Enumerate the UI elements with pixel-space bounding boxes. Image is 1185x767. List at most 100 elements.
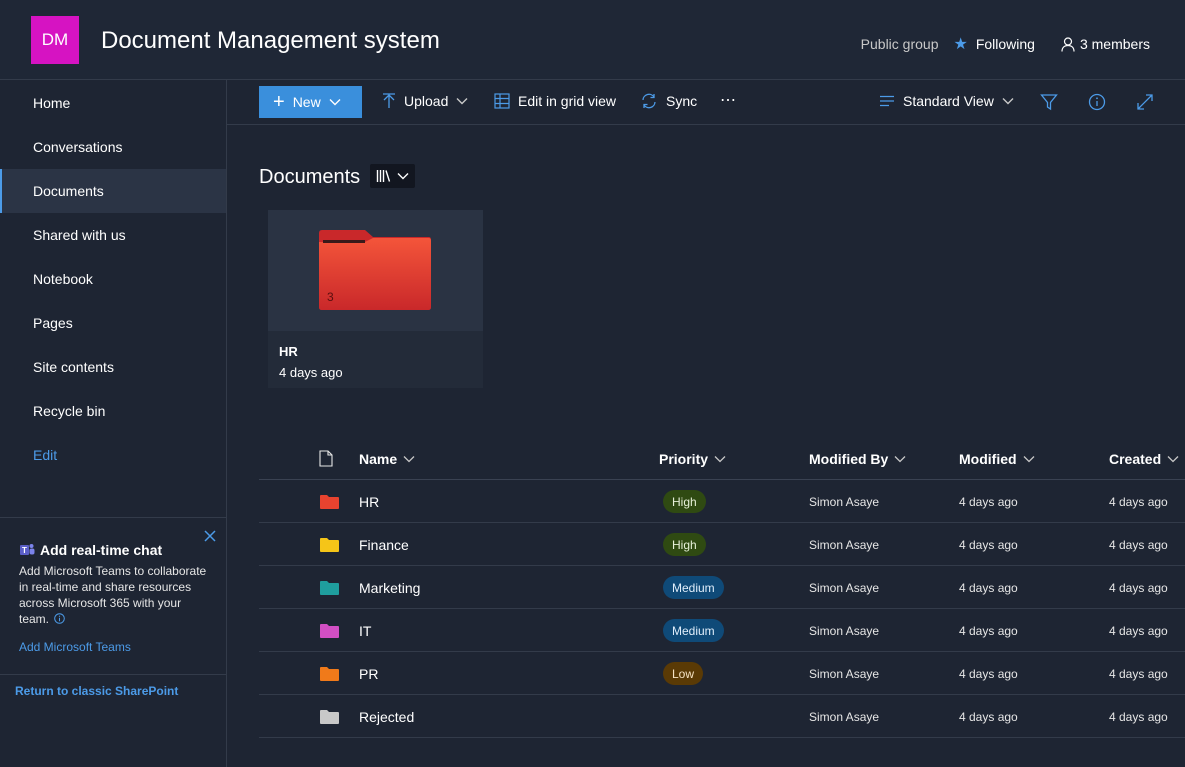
column-header-priority-label: Priority	[659, 451, 709, 467]
column-header-priority[interactable]: Priority	[659, 451, 726, 467]
upload-label: Upload	[404, 93, 449, 109]
folder-icon	[320, 624, 339, 638]
column-header-modified-by[interactable]: Modified By	[809, 451, 906, 467]
star-icon: ★	[953, 36, 968, 53]
priority-badge: High	[663, 533, 706, 556]
chevron-down-icon	[329, 99, 341, 106]
site-header: DM Document Management system Public gro…	[0, 0, 1185, 80]
site-logo[interactable]: DM	[31, 16, 79, 64]
row-name[interactable]: HR	[359, 494, 379, 510]
upload-icon	[383, 93, 395, 108]
table-row[interactable]: Finance High Simon Asaye 4 days ago 4 da…	[259, 523, 1185, 566]
row-modified: 4 days ago	[959, 624, 1018, 638]
nav-item-pages[interactable]: Pages	[0, 301, 226, 345]
priority-badge: Low	[663, 662, 704, 685]
chevron-down-icon	[456, 98, 468, 105]
priority-badge: Medium	[663, 619, 724, 642]
nav-item-notebook[interactable]: Notebook	[0, 257, 226, 301]
info-icon[interactable]	[1088, 93, 1106, 111]
folder-icon	[319, 230, 431, 310]
library-view-switcher[interactable]	[370, 164, 415, 188]
row-name[interactable]: Marketing	[359, 580, 420, 596]
table-row[interactable]: IT Medium Simon Asaye 4 days ago 4 days …	[259, 609, 1185, 652]
view-selector-label: Standard View	[903, 93, 994, 109]
members-label: 3 members	[1079, 36, 1150, 52]
row-modified: 4 days ago	[959, 538, 1018, 552]
row-name[interactable]: Finance	[359, 537, 409, 553]
column-header-name-label: Name	[359, 451, 398, 467]
teams-promo-description-text: Add Microsoft Teams to collaborate in re…	[19, 564, 207, 626]
edit-grid-view-button[interactable]: Edit in grid view	[494, 93, 616, 109]
row-name[interactable]: Rejected	[359, 709, 414, 725]
chevron-down-icon	[1023, 456, 1035, 463]
row-created: 4 days ago	[1109, 538, 1168, 552]
nav-item-recycle-bin[interactable]: Recycle bin	[0, 389, 226, 433]
column-header-created-label: Created	[1109, 451, 1162, 467]
nav-item-home[interactable]: Home	[0, 81, 226, 125]
row-modified-by: Simon Asaye	[809, 667, 880, 681]
sync-button[interactable]: Sync	[640, 93, 697, 109]
person-icon	[1061, 36, 1075, 52]
column-header-created[interactable]: Created	[1109, 451, 1179, 467]
nav-item-site-contents[interactable]: Site contents	[0, 345, 226, 389]
list-column-header: Name Priority Modified By Modified Creat…	[259, 437, 1185, 480]
row-created: 4 days ago	[1109, 667, 1168, 681]
nav-item-documents[interactable]: Documents	[0, 169, 226, 213]
row-modified-by: Simon Asaye	[809, 495, 880, 509]
row-name[interactable]: IT	[359, 623, 371, 639]
teams-promo-description: Add Microsoft Teams to collaborate in re…	[19, 563, 209, 627]
chevron-down-icon	[714, 456, 726, 463]
row-modified-by: Simon Asaye	[809, 581, 880, 595]
chevron-down-icon	[403, 456, 415, 463]
teams-promo-panel: T Add real-time chat Add Microsoft Teams…	[0, 517, 226, 675]
return-to-classic-link[interactable]: Return to classic SharePoint	[15, 684, 178, 698]
folder-tile-hr[interactable]: 3 HR 4 days ago	[268, 210, 483, 388]
new-label: New	[292, 94, 321, 110]
row-modified: 4 days ago	[959, 581, 1018, 595]
folder-item-count: 3	[327, 290, 334, 304]
close-icon[interactable]	[202, 528, 218, 544]
view-selector[interactable]: Standard View	[879, 93, 1014, 109]
nav-item-shared-with-us[interactable]: Shared with us	[0, 213, 226, 257]
teams-promo-title-text: Add real-time chat	[40, 542, 163, 558]
table-row[interactable]: PR Low Simon Asaye 4 days ago 4 days ago	[259, 652, 1185, 695]
new-button[interactable]: + New	[259, 86, 362, 118]
row-modified-by: Simon Asaye	[809, 538, 880, 552]
folder-icon	[320, 667, 339, 681]
teams-icon: T	[20, 544, 35, 555]
command-bar: + New Upload Edit in grid view Sync ⋯ St…	[227, 80, 1185, 125]
table-row[interactable]: HR High Simon Asaye 4 days ago 4 days ag…	[259, 480, 1185, 523]
more-options-button[interactable]: ⋯	[720, 90, 736, 110]
expand-icon[interactable]	[1136, 93, 1154, 111]
table-row[interactable]: Marketing Medium Simon Asaye 4 days ago …	[259, 566, 1185, 609]
info-icon[interactable]	[54, 613, 66, 624]
folder-tile-name[interactable]: HR	[279, 344, 298, 359]
file-type-icon[interactable]	[319, 450, 333, 467]
nav-edit-link[interactable]: Edit	[0, 433, 226, 477]
column-header-modified[interactable]: Modified	[959, 451, 1035, 467]
row-name[interactable]: PR	[359, 666, 378, 682]
column-header-name[interactable]: Name	[359, 451, 415, 467]
teams-promo-title: T Add real-time chat	[19, 542, 162, 558]
site-title[interactable]: Document Management system	[101, 27, 440, 55]
follow-button[interactable]: ★ Following	[953, 34, 1034, 54]
row-modified: 4 days ago	[959, 710, 1018, 724]
upload-button[interactable]: Upload	[382, 93, 468, 109]
chevron-down-icon	[1002, 98, 1014, 105]
members-button[interactable]: 3 members	[1061, 36, 1150, 52]
folder-icon	[320, 538, 339, 552]
add-teams-link[interactable]: Add Microsoft Teams	[19, 640, 131, 654]
nav-item-conversations[interactable]: Conversations	[0, 125, 226, 169]
row-modified: 4 days ago	[959, 495, 1018, 509]
grid-icon	[494, 93, 510, 109]
table-row[interactable]: Rejected Simon Asaye 4 days ago 4 days a…	[259, 695, 1185, 738]
library-title: Documents	[259, 166, 361, 188]
left-navigation: Home Conversations Documents Shared with…	[0, 80, 227, 767]
folder-icon	[320, 710, 339, 724]
sync-icon	[642, 93, 656, 109]
folder-tile-thumbnail: 3	[268, 210, 483, 331]
folder-icon	[320, 495, 339, 509]
filter-icon[interactable]	[1040, 93, 1058, 111]
folder-icon	[320, 581, 339, 595]
priority-badge: High	[663, 490, 706, 513]
